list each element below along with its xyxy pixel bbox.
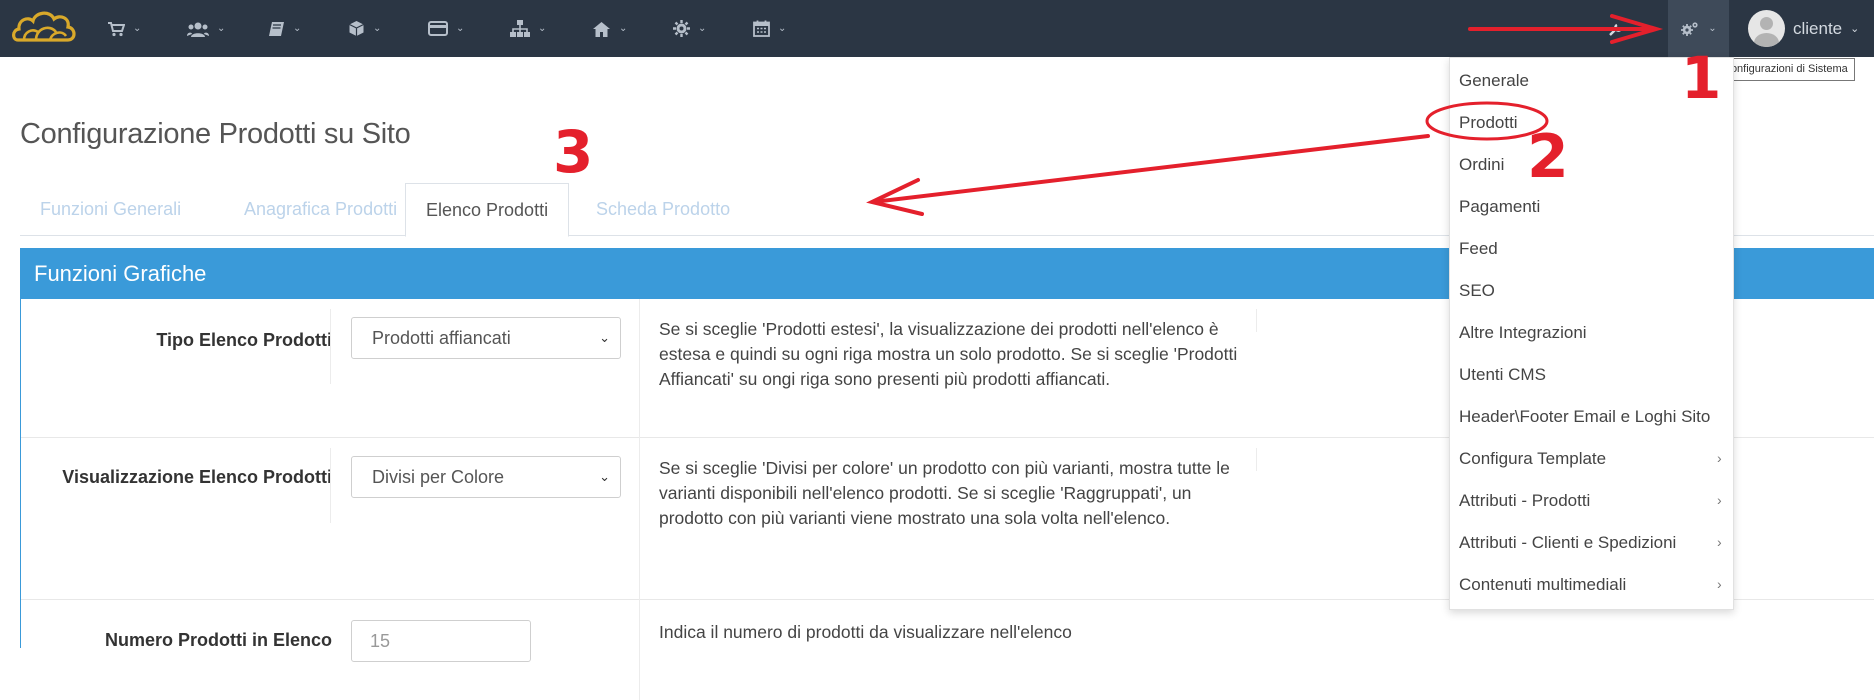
row-label: Visualizzazione Elenco Prodotti [62, 467, 332, 487]
chevron-right-icon: › [1717, 534, 1722, 550]
chevron-down-icon: ⌄ [373, 23, 382, 34]
cart-icon [108, 21, 125, 36]
divider [330, 448, 331, 523]
divider [639, 438, 640, 600]
nav-shop[interactable]: ⌄ [107, 0, 141, 57]
book-icon [269, 21, 284, 36]
menu-item-utenti-cms[interactable]: Utenti CMS [1459, 365, 1546, 385]
menu-item-seo[interactable]: SEO [1459, 281, 1495, 301]
select-value: Prodotti affiancati [372, 328, 511, 348]
nav-catalog[interactable]: ⌄ [268, 0, 301, 57]
credit-card-icon [428, 21, 448, 36]
user-menu[interactable]: cliente ⌄ [1748, 0, 1859, 57]
nav-settings[interactable]: ⌄ [673, 0, 706, 57]
avatar [1748, 10, 1785, 47]
nav-site[interactable]: ⌄ [592, 0, 627, 57]
wrench-button[interactable] [1608, 0, 1626, 57]
nav-payments[interactable]: ⌄ [428, 0, 464, 57]
chevron-down-icon: ⌄ [1850, 23, 1860, 35]
divider [639, 600, 640, 700]
row-description: Se si sceglie 'Prodotti estesi', la visu… [659, 319, 1238, 389]
box-icon [349, 21, 364, 36]
gear-icon [673, 20, 690, 37]
select-value: Divisi per Colore [372, 467, 505, 487]
chevron-down-icon: ⌄ [778, 23, 787, 34]
menu-item-attributi-prodotti[interactable]: Attributi - Prodotti [1459, 491, 1590, 511]
top-navbar: ⌄ ⌄ ⌄ ⌄ ⌄ ⌄ ⌄ ⌄ ⌄ ⌄ cliente ⌄ [0, 0, 1874, 57]
calendar-icon [753, 20, 770, 37]
cloud-logo[interactable] [10, 6, 78, 50]
chevron-down-icon: ⌄ [456, 23, 465, 34]
nav-products[interactable]: ⌄ [348, 0, 381, 57]
divider [639, 299, 640, 438]
menu-item-contenuti-multimediali[interactable]: Contenuti multimediali [1459, 575, 1626, 595]
user-name: cliente [1793, 18, 1843, 38]
chevron-right-icon: › [1717, 576, 1722, 592]
nav-structure[interactable]: ⌄ [510, 0, 546, 57]
tab-funzioni-generali[interactable]: Funzioni Generali [20, 183, 201, 236]
menu-item-generale[interactable]: Generale [1459, 71, 1529, 91]
visualizzazione-elenco-select[interactable]: Divisi per Colore ⌄ [351, 456, 621, 498]
tab-scheda-prodotto[interactable]: Scheda Prodotto [576, 183, 750, 236]
chevron-down-icon: ⌄ [1708, 23, 1717, 34]
menu-item-configura-template[interactable]: Configura Template [1459, 449, 1606, 469]
tab-elenco-prodotti[interactable]: Elenco Prodotti [405, 183, 570, 237]
tab-anagrafica-prodotti[interactable]: Anagrafica Prodotti [224, 183, 417, 236]
numero-prodotti-input[interactable]: 15 [351, 620, 531, 662]
chevron-down-icon: ⌄ [599, 469, 610, 484]
setting-row: Numero Prodotti in Elenco 15 Indica il n… [21, 600, 1874, 700]
tipo-elenco-select[interactable]: Prodotti affiancati ⌄ [351, 317, 621, 359]
chevron-right-icon: › [1717, 450, 1722, 466]
menu-item-header-footer[interactable]: Header\Footer Email e Loghi Sito [1459, 407, 1710, 427]
sitemap-icon [510, 20, 530, 37]
menu-item-attributi-clienti[interactable]: Attributi - Clienti e Spedizioni [1459, 533, 1676, 553]
annotation-number-2: 2 [1527, 122, 1569, 192]
system-config-tooltip: Configurazioni di Sistema [1716, 58, 1855, 81]
chevron-down-icon: ⌄ [293, 23, 302, 34]
chevron-down-icon: ⌄ [619, 23, 628, 34]
cogs-icon [1681, 21, 1698, 36]
chevron-down-icon: ⌄ [217, 23, 226, 34]
wrench-icon [1609, 23, 1623, 36]
row-label: Numero Prodotti in Elenco [104, 630, 332, 650]
users-icon [187, 22, 209, 37]
divider [1256, 309, 1257, 332]
system-config-dropdown: Generale Prodotti Ordini Pagamenti Feed … [1449, 57, 1734, 610]
chevron-right-icon: › [1717, 492, 1722, 508]
home-icon [593, 21, 610, 37]
menu-item-altre-integrazioni[interactable]: Altre Integrazioni [1459, 323, 1587, 343]
nav-users[interactable]: ⌄ [187, 0, 225, 57]
annotation-number-1: 1 [1681, 44, 1722, 112]
chevron-down-icon: ⌄ [538, 23, 547, 34]
menu-item-prodotti[interactable]: Prodotti [1459, 113, 1518, 133]
menu-item-pagamenti[interactable]: Pagamenti [1459, 197, 1540, 217]
annotation-number-3: 3 [553, 118, 594, 186]
divider [1256, 448, 1257, 471]
menu-item-feed[interactable]: Feed [1459, 239, 1498, 259]
chevron-down-icon: ⌄ [599, 330, 610, 345]
menu-item-ordini[interactable]: Ordini [1459, 155, 1504, 175]
row-description: Se si sceglie 'Divisi per colore' un pro… [659, 458, 1230, 528]
page-title: Configurazione Prodotti su Sito [20, 118, 411, 150]
nav-calendar[interactable]: ⌄ [753, 0, 786, 57]
chevron-down-icon: ⌄ [698, 23, 707, 34]
chevron-down-icon: ⌄ [133, 23, 142, 34]
row-description: Indica il numero di prodotti da visualiz… [659, 622, 1072, 642]
row-label: Tipo Elenco Prodotti [156, 330, 332, 350]
divider [330, 309, 331, 384]
